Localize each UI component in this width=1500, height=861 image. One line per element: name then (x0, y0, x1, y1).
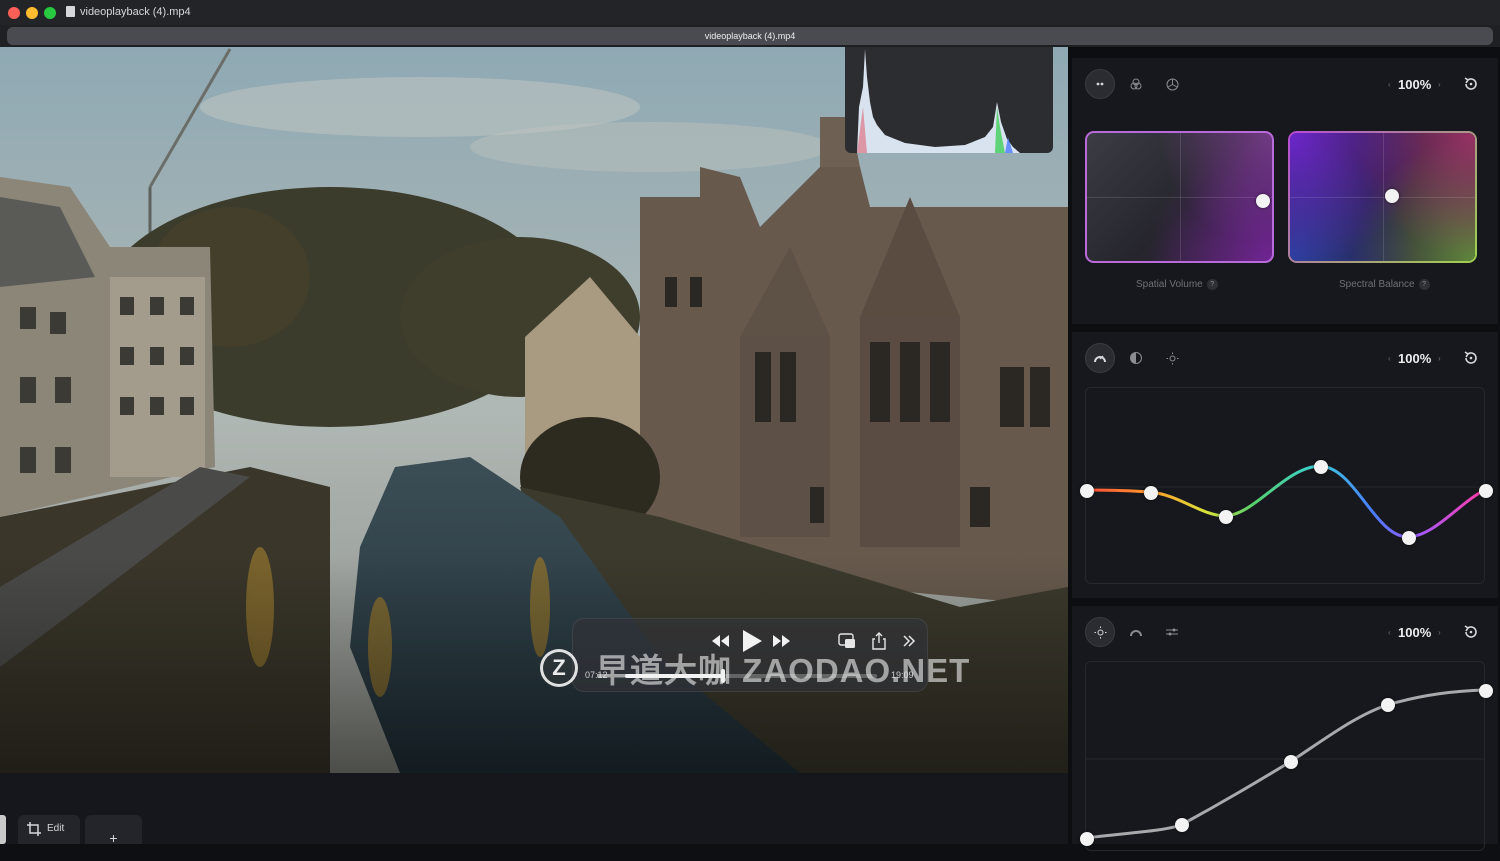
tone-percent[interactable]: 100% (1398, 625, 1431, 640)
edit-label: Edit (47, 823, 65, 834)
increase-arrow[interactable]: › (1438, 80, 1441, 89)
title-bar: videoplayback (4).mp4 (0, 0, 1500, 25)
half-moon-icon (1130, 352, 1142, 364)
decrease-arrow[interactable]: ‹ (1388, 628, 1391, 637)
mode-half-moon-button[interactable] (1121, 343, 1151, 373)
curve-point[interactable] (1175, 818, 1189, 832)
aperture-icon (1166, 78, 1178, 90)
sliders-icon (1166, 628, 1178, 636)
help-icon[interactable]: ? (1206, 279, 1218, 290)
reset-button[interactable] (1463, 350, 1479, 371)
help-icon[interactable]: ? (1418, 279, 1430, 290)
spatial-volume-pad[interactable] (1085, 131, 1274, 263)
reset-button[interactable] (1463, 624, 1479, 645)
hue-gauge-icon (1094, 355, 1106, 363)
spectral-balance-label: Spectral Balance? (1339, 279, 1430, 290)
curve-point[interactable] (1219, 510, 1233, 524)
minimize-window-button[interactable] (26, 7, 38, 19)
tone-curve-editor[interactable] (1080, 661, 1493, 851)
mode-color-circles-button[interactable] (1121, 69, 1151, 99)
color-percent[interactable]: 100% (1398, 77, 1431, 92)
hue-curve-editor[interactable] (1080, 387, 1493, 584)
tab-bar: videoplayback (4).mp4 (0, 25, 1500, 47)
reset-icon (1464, 625, 1477, 638)
spectral-balance-handle[interactable] (1384, 188, 1399, 203)
document-icon (66, 6, 75, 17)
spatial-volume-handle[interactable] (1255, 193, 1270, 208)
mode-hue-gauge-button[interactable] (1085, 343, 1115, 373)
mode-dots-button[interactable] (1085, 69, 1115, 99)
hue-curve-section: ‹ 100% › (1072, 332, 1498, 598)
window-title: videoplayback (4).mp4 (80, 6, 191, 18)
mode-sliders-button[interactable] (1157, 617, 1187, 647)
mode-sun-button[interactable] (1085, 617, 1115, 647)
reset-icon (1464, 77, 1477, 90)
curve-point[interactable] (1080, 484, 1094, 498)
decrease-arrow[interactable]: ‹ (1388, 80, 1391, 89)
crop-icon (27, 822, 41, 836)
color-section: ‹ 100% › Spatial Volume? Spectral Balanc… (1072, 58, 1498, 324)
watermark-logo: Z (540, 649, 578, 687)
decrease-arrow[interactable]: ‹ (1388, 354, 1391, 363)
mode-sun-button[interactable] (1157, 343, 1187, 373)
dots-icon (1096, 82, 1104, 86)
sun-icon (1166, 352, 1178, 364)
mode-tone-gauge-button[interactable] (1121, 617, 1151, 647)
histogram-overlay (845, 47, 1053, 153)
spatial-volume-label: Spatial Volume? (1136, 279, 1218, 290)
maximize-window-button[interactable] (44, 7, 56, 19)
tone-curve-section: ‹ 100% › (1072, 606, 1498, 851)
tone-gauge-icon (1130, 630, 1142, 637)
curve-point[interactable] (1479, 684, 1493, 698)
reset-icon (1464, 351, 1477, 364)
mode-aperture-button[interactable] (1157, 69, 1187, 99)
spectral-balance-pad[interactable] (1288, 131, 1477, 263)
color-circles-icon (1130, 78, 1142, 90)
increase-arrow[interactable]: › (1438, 628, 1441, 637)
sun-icon (1094, 626, 1106, 638)
increase-arrow[interactable]: › (1438, 354, 1441, 363)
hue-percent[interactable]: 100% (1398, 351, 1431, 366)
edit-button[interactable]: Edit (18, 815, 80, 844)
curve-point[interactable] (1314, 460, 1328, 474)
tab-video[interactable]: videoplayback (4).mp4 (7, 27, 1493, 45)
curve-point[interactable] (1144, 486, 1158, 500)
reset-button[interactable] (1463, 76, 1479, 97)
add-button[interactable]: + (85, 815, 142, 846)
close-window-button[interactable] (8, 7, 20, 19)
curve-point[interactable] (1381, 698, 1395, 712)
curve-point[interactable] (1284, 755, 1298, 769)
watermark: Z 早道大咖 ZAODAO.NET (540, 648, 970, 689)
curve-point[interactable] (1479, 484, 1493, 498)
sidebar-handle[interactable] (0, 815, 6, 844)
curve-point[interactable] (1402, 531, 1416, 545)
watermark-text: 早道大咖 ZAODAO.NET (596, 652, 971, 689)
bottom-bar: Edit + (0, 773, 1068, 846)
